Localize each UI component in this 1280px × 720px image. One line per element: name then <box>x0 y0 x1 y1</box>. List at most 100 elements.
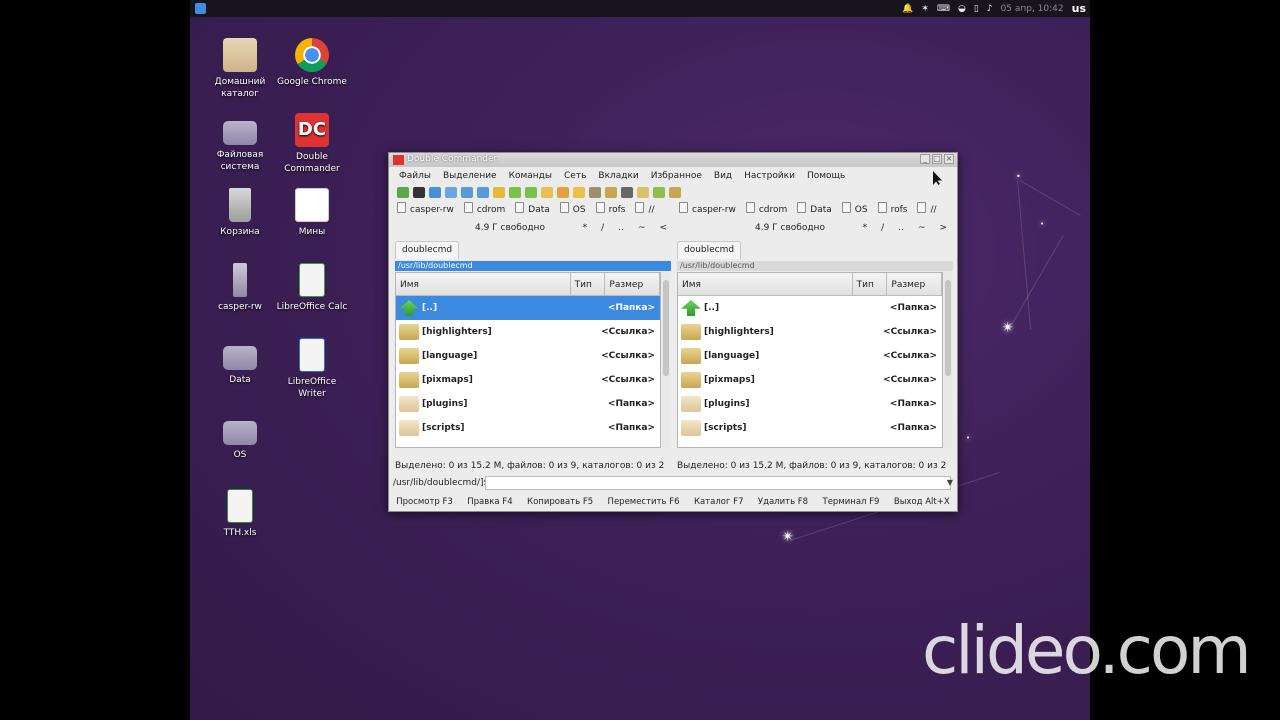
col-name[interactable]: Имя <box>678 273 853 295</box>
full-view-icon[interactable] <box>461 186 473 198</box>
copy-f5-button[interactable]: Копировать F5 <box>527 497 593 507</box>
nav-forward[interactable]: > <box>939 223 947 233</box>
right-scrollbar[interactable] <box>944 272 952 448</box>
menu-network[interactable]: Сеть <box>564 171 586 181</box>
file-row[interactable]: [highlighters] <Ссылка> <box>396 320 660 344</box>
minimize-button[interactable]: _ <box>920 154 930 164</box>
file-row[interactable]: [..] <Папка> <box>678 296 942 320</box>
desktop-icon-writer[interactable]: LibreOffice Writer <box>274 338 350 400</box>
edit-f4-button[interactable]: Правка F4 <box>467 497 512 507</box>
folder-new-icon[interactable] <box>653 186 665 198</box>
menu-view[interactable]: Вид <box>714 171 732 181</box>
keyboard-icon[interactable]: ⌨ <box>937 4 950 14</box>
nav-root[interactable]: * <box>863 223 868 233</box>
columns-view-icon[interactable] <box>477 186 489 198</box>
desktop-icon-calc[interactable]: LibreOffice Calc <box>274 263 350 313</box>
wifi-icon[interactable]: ◒ <box>958 4 966 14</box>
file-row[interactable]: [pixmaps] <Ссылка> <box>396 368 660 392</box>
drive-casper-rw[interactable]: casper-rw <box>679 202 736 215</box>
double-commander-window[interactable]: Double Commander _ □ × Файлы Выделение К… <box>388 152 958 512</box>
desktop-icon-filesystem[interactable]: Файловая система <box>202 113 278 173</box>
drive-os[interactable]: OS <box>842 202 868 215</box>
col-size[interactable]: Размер <box>605 273 660 295</box>
desktop-icon-casper-rw[interactable]: casper-rw <box>202 263 278 313</box>
drive-casper-rw[interactable]: casper-rw <box>397 202 454 215</box>
sync-icon[interactable] <box>493 186 505 198</box>
properties-icon[interactable] <box>669 186 681 198</box>
menu-selection[interactable]: Выделение <box>443 171 497 181</box>
menu-files[interactable]: Файлы <box>399 171 431 181</box>
menu-tabs[interactable]: Вкладки <box>598 171 638 181</box>
right-path[interactable]: /usr/lib/doublecmd <box>677 261 953 271</box>
drive-rofs[interactable]: rofs <box>596 202 626 215</box>
file-row[interactable]: [highlighters] <Ссылка> <box>678 320 942 344</box>
desktop-icon-trash[interactable]: Корзина <box>202 188 278 238</box>
nav-home[interactable]: ~ <box>638 223 646 233</box>
left-path[interactable]: /usr/lib/doublecmd <box>395 261 671 271</box>
menu-help[interactable]: Помощь <box>807 171 845 181</box>
desktop-icon-os[interactable]: OS <box>202 413 278 461</box>
drive-cdrom[interactable]: cdrom <box>746 202 787 215</box>
drive-os[interactable]: OS <box>560 202 586 215</box>
close-button[interactable]: × <box>944 154 954 164</box>
nav-up[interactable]: .. <box>618 223 624 233</box>
chevron-down-icon[interactable]: ▼ <box>947 478 953 487</box>
unpack-icon[interactable] <box>557 186 569 198</box>
nav-slash[interactable]: / <box>881 223 884 233</box>
left-file-panel[interactable]: Имя Тип Размер [..] <Папка> [highlighter… <box>395 272 661 448</box>
menu-commands[interactable]: Команды <box>509 171 552 181</box>
file-row[interactable]: [language] <Ссылка> <box>678 344 942 368</box>
col-type[interactable]: Тип <box>853 273 888 295</box>
maximize-button[interactable]: □ <box>932 154 942 164</box>
keyboard-layout[interactable]: us <box>1072 2 1086 15</box>
copy-left-icon[interactable] <box>509 186 521 198</box>
drive-root[interactable]: // <box>635 202 654 215</box>
refresh-icon[interactable] <box>397 186 409 198</box>
copy-right-icon[interactable] <box>525 186 537 198</box>
file-row[interactable]: [language] <Ссылка> <box>396 344 660 368</box>
brief-view-icon[interactable] <box>445 186 457 198</box>
desktop-icon-tth-xls[interactable]: TTH.xls <box>202 489 278 539</box>
left-tab[interactable]: doublecmd <box>395 241 460 259</box>
terminal-icon[interactable] <box>413 186 425 198</box>
right-tab[interactable]: doublecmd <box>677 241 742 259</box>
desktop-icon-chrome[interactable]: Google Chrome <box>274 38 350 88</box>
window-titlebar[interactable]: Double Commander _ □ × <box>389 153 957 167</box>
terminal-f9-button[interactable]: Терминал F9 <box>823 497 880 507</box>
view-f3-button[interactable]: Просмотр F3 <box>396 497 453 507</box>
app-menu-icon[interactable] <box>195 3 206 14</box>
volume-icon[interactable]: ♪ <box>987 4 993 14</box>
drive-rofs[interactable]: rofs <box>878 202 908 215</box>
desktop-icon-mines[interactable]: Мины <box>274 188 350 238</box>
command-input[interactable] <box>485 476 951 490</box>
col-name[interactable]: Имя <box>396 273 571 295</box>
pack-icon[interactable] <box>541 186 553 198</box>
file-row[interactable]: [scripts] <Папка> <box>396 416 660 440</box>
desktop-icon-home[interactable]: Домашний каталог <box>202 38 278 100</box>
battery-icon[interactable]: ▯ <box>974 4 979 14</box>
file-row[interactable]: [plugins] <Папка> <box>396 392 660 416</box>
nav-back[interactable]: < <box>659 223 667 233</box>
bluetooth-icon[interactable]: ✶ <box>921 4 929 14</box>
drive-data[interactable]: Data <box>515 202 550 215</box>
multi-rename-icon[interactable] <box>605 186 617 198</box>
drive-root[interactable]: // <box>917 202 936 215</box>
search-icon[interactable] <box>429 186 441 198</box>
nav-root[interactable]: * <box>583 223 588 233</box>
col-size[interactable]: Размер <box>887 273 942 295</box>
nav-up[interactable]: .. <box>898 223 904 233</box>
right-file-panel[interactable]: Имя Тип Размер [..] <Папка> [highlighter… <box>677 272 943 448</box>
mkdir-f7-button[interactable]: Каталог F7 <box>694 497 744 507</box>
archive-icon[interactable] <box>573 186 585 198</box>
drive-cdrom[interactable]: cdrom <box>464 202 505 215</box>
file-row[interactable]: [plugins] <Папка> <box>678 392 942 416</box>
file-row[interactable]: [scripts] <Папка> <box>678 416 942 440</box>
menu-settings[interactable]: Настройки <box>744 171 795 181</box>
desktop-icon-double-commander[interactable]: DC Double Commander <box>274 113 350 175</box>
move-f6-button[interactable]: Переместить F6 <box>608 497 680 507</box>
clock[interactable]: 05 апр, 10:42 <box>1001 4 1064 14</box>
left-scrollbar[interactable] <box>662 272 670 448</box>
file-row[interactable]: [..] <Папка> <box>396 296 660 320</box>
menu-favorites[interactable]: Избранное <box>651 171 702 181</box>
edit-icon[interactable] <box>637 186 649 198</box>
